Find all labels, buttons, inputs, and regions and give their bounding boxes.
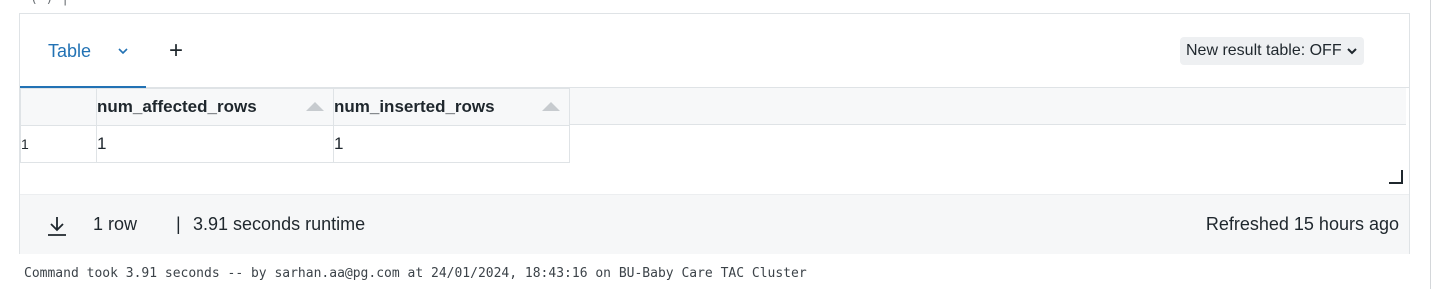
- new-result-table-toggle[interactable]: New result table: OFF: [1180, 37, 1364, 65]
- sort-asc-icon[interactable]: [306, 102, 324, 111]
- results-table-area: num_affected_rows num_inserted_rows 1 1 …: [20, 88, 1409, 188]
- previous-output-text: ( ) |: [30, 0, 69, 6]
- row-index: 1: [20, 125, 97, 163]
- footer-separator: |: [176, 214, 181, 234]
- result-footer: 1 row | 3.91 seconds runtime Refreshed 1…: [20, 194, 1409, 254]
- resize-handle-icon[interactable]: [1389, 170, 1403, 184]
- sort-asc-icon[interactable]: [542, 102, 560, 111]
- scroll-edge: [1430, 0, 1431, 289]
- result-tabs-bar: Table + New result table: OFF: [20, 14, 1409, 89]
- table-cell[interactable]: 1: [96, 125, 334, 163]
- table-cell[interactable]: 1: [333, 125, 570, 163]
- column-header-label: num_affected_rows: [97, 97, 257, 116]
- row-index-header: [20, 88, 97, 126]
- column-header[interactable]: num_affected_rows: [96, 88, 334, 126]
- new-result-table-label: New result table: OFF: [1186, 42, 1342, 59]
- runtime-label: 3.91 seconds runtime: [193, 214, 366, 234]
- table-header-row: num_affected_rows num_inserted_rows: [20, 88, 570, 126]
- tab-table[interactable]: Table: [20, 14, 146, 89]
- refreshed-label: Refreshed 15 hours ago: [1205, 214, 1399, 234]
- chevron-down-icon[interactable]: [118, 46, 128, 56]
- table-row: 1 1 1: [20, 125, 570, 163]
- column-header[interactable]: num_inserted_rows: [333, 88, 570, 126]
- column-header-label: num_inserted_rows: [334, 97, 495, 116]
- row-count-label: 1 row: [93, 214, 138, 234]
- tab-table-label: Table: [48, 40, 92, 61]
- results-table: num_affected_rows num_inserted_rows 1 1 …: [20, 88, 570, 163]
- previous-output-fragment: ( ) |: [0, 0, 1434, 14]
- chevron-down-icon: [1346, 48, 1357, 55]
- command-status-line: Command took 3.91 seconds -- by sarhan.a…: [24, 266, 807, 281]
- add-visualization-button[interactable]: +: [166, 37, 186, 64]
- download-icon[interactable]: [46, 215, 68, 237]
